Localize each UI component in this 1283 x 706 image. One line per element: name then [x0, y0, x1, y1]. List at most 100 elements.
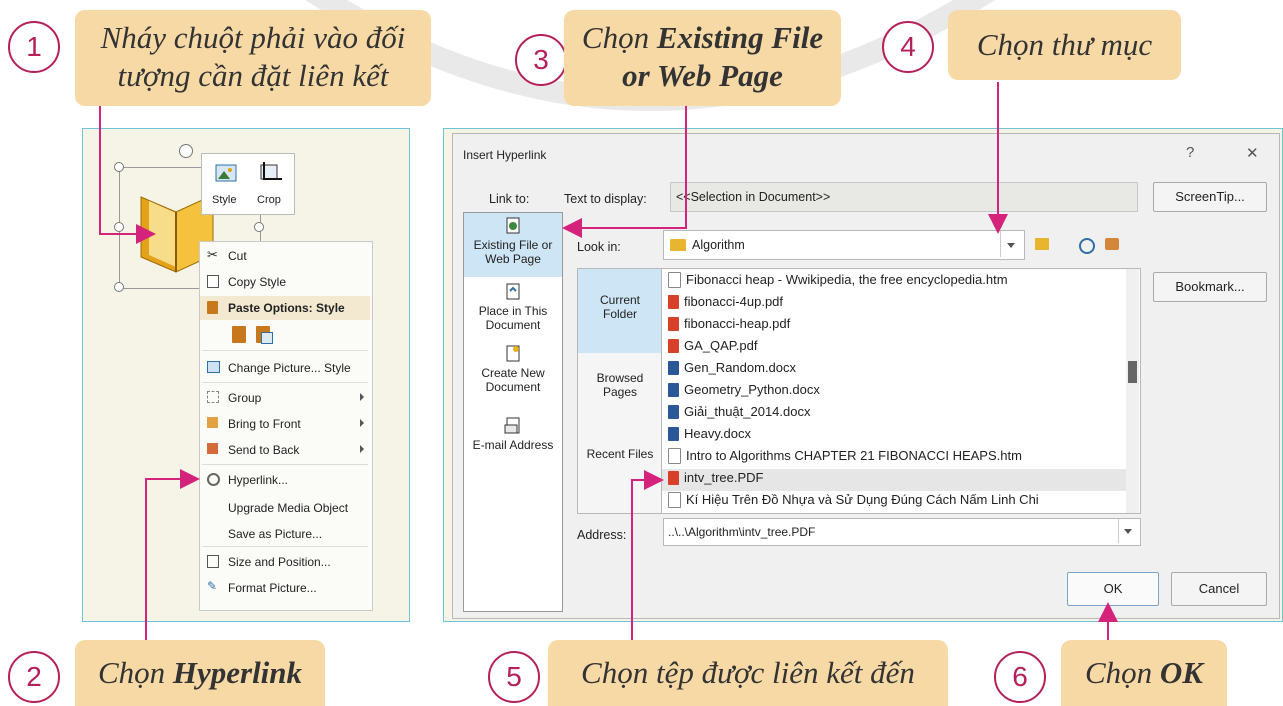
menu-item-label: Send to Back [228, 443, 300, 457]
file-row[interactable]: GA_QAP.pdf [668, 337, 757, 359]
file-row[interactable]: Heavy.docx [668, 425, 751, 447]
menu-item-bring-to-front[interactable]: Bring to Front [200, 412, 370, 436]
close-icon[interactable]: ✕ [1246, 144, 1259, 162]
recent-files-line1: Recent Files [586, 447, 654, 461]
step-5-text: Chọn tệp được liên kết đến [581, 655, 915, 690]
copy-icon [207, 275, 219, 288]
menu-item-label: Cut [228, 249, 247, 263]
menu-item-upgrade-media[interactable]: Upgrade Media Object [200, 496, 370, 520]
create-new-line2: Document [485, 380, 541, 394]
menu-item-save-as-picture[interactable]: Save as Picture... [200, 522, 370, 546]
menu-item-group[interactable]: Group [200, 386, 370, 410]
paste-keep-format-icon[interactable] [232, 326, 246, 343]
place-in-document-line1: Place in This [478, 304, 548, 318]
menu-item-size-position[interactable]: Size and Position... [200, 550, 370, 574]
menu-separator [202, 350, 368, 351]
menu-item-copy[interactable]: Copy Style [200, 270, 370, 294]
file-row[interactable]: Geometry_Python.docx [668, 381, 820, 403]
dialog-title: Insert Hyperlink [463, 148, 547, 162]
menu-item-hyperlink[interactable]: Hyperlink... [200, 468, 370, 492]
link-to-create-new[interactable]: Create New Document [464, 345, 562, 409]
docx-file-icon [668, 426, 679, 441]
up-folder-icon[interactable] [1035, 238, 1049, 250]
current-folder-tab[interactable]: Current Folder [578, 269, 662, 353]
file-list[interactable]: Fibonacci heap - Wwikipedia, the free en… [661, 268, 1141, 514]
hyperlink-icon [207, 473, 220, 486]
create-new-icon [506, 345, 520, 362]
current-folder-line2: Folder [602, 307, 637, 321]
browsed-pages-tab[interactable]: Browsed Pages [578, 361, 662, 421]
style-label: Style [212, 194, 237, 206]
link-to-email[interactable]: E-mail Address [464, 417, 562, 467]
text-to-display-value: <<Selection in Document>> [676, 190, 831, 204]
link-to-place-in-document[interactable]: Place in This Document [464, 283, 562, 347]
scrollbar-thumb[interactable] [1128, 361, 1137, 383]
file-row[interactable]: Giải_thuật_2014.docx [668, 403, 810, 425]
scissors-icon: ✂ [207, 247, 218, 262]
step-5-callout: Chọn tệp được liên kết đến [548, 640, 948, 706]
step-2-prefix: Chọn [97, 655, 173, 690]
insert-hyperlink-dialog: Insert Hyperlink ? ✕ Link to: Text to di… [452, 133, 1280, 619]
bookmark-button[interactable]: Bookmark... [1153, 272, 1267, 302]
step-1-callout: Nháy chuột phải vào đối tượng cần đặt li… [75, 10, 431, 106]
step-6-callout: Chọn OK [1061, 640, 1227, 706]
file-row[interactable]: Kí Hiệu Trên Đồ Nhựa và Sử Dụng Đúng Các… [668, 491, 1039, 513]
context-menu: ✂ Cut Copy Style Paste Options: Style Ch… [199, 241, 373, 611]
browse-web-icon[interactable] [1079, 238, 1095, 254]
file-row-selected[interactable]: intv_tree.PDF [662, 469, 1130, 491]
mini-toolbar: Style Crop [201, 153, 295, 215]
step-2-callout: Chọn Hyperlink [75, 640, 325, 706]
file-name: Geometry_Python.docx [684, 382, 820, 398]
bring-front-icon [207, 417, 218, 428]
file-row[interactable]: fibonacci-heap.pdf [668, 315, 790, 337]
menu-item-label: Size and Position... [228, 555, 331, 569]
help-button[interactable]: ? [1186, 144, 1194, 161]
file-row[interactable]: Fibonacci heap - Wwikipedia, the free en… [668, 271, 1008, 293]
menu-item-label: Save as Picture... [228, 527, 323, 541]
menu-item-format-picture[interactable]: ✎ Format Picture... [200, 576, 370, 600]
context-menu-panel: Style Crop ✂ Cut Copy Style Paste Option… [82, 128, 410, 622]
menu-item-paste-options[interactable]: Paste Options: Style [200, 296, 370, 320]
file-row[interactable]: Intro to Algorithms CHAPTER 21 FIBONACCI… [668, 447, 1022, 469]
pdf-file-icon [668, 470, 679, 485]
recent-files-tab[interactable]: Recent Files [578, 447, 662, 487]
folder-icon [670, 239, 686, 251]
look-in-dropdown[interactable]: Algorithm [663, 230, 1025, 260]
menu-separator [202, 546, 368, 547]
file-row[interactable]: Gen_Random.docx [668, 359, 796, 381]
link-to-existing-file[interactable]: Existing File or Web Page [464, 213, 562, 277]
look-in-label: Look in: [577, 240, 621, 254]
file-name: Intro to Algorithms CHAPTER 21 FIBONACCI… [686, 448, 1022, 464]
menu-item-cut[interactable]: ✂ Cut [200, 244, 370, 268]
menu-item-label: Hyperlink... [228, 473, 289, 487]
browse-file-icon[interactable] [1105, 238, 1119, 250]
address-input[interactable]: ..\..\Algorithm\intv_tree.PDF [663, 518, 1141, 546]
resize-handle-ml[interactable] [114, 222, 124, 232]
step-1-line1: Nháy chuột phải vào đối [100, 20, 406, 55]
resize-handle-mr[interactable] [254, 222, 264, 232]
picture-style-icon[interactable] [214, 162, 240, 184]
file-name: Heavy.docx [684, 426, 751, 442]
file-row[interactable]: fibonacci-4up.pdf [668, 293, 783, 315]
ok-button[interactable]: OK [1067, 572, 1159, 606]
step-3-prefix: Chọn [581, 20, 657, 55]
cancel-button[interactable]: Cancel [1171, 572, 1267, 606]
rotate-handle[interactable] [179, 144, 193, 158]
screentip-button[interactable]: ScreenTip... [1153, 182, 1267, 212]
email-address-icon [504, 417, 520, 434]
step-3-bold: Existing File [656, 20, 824, 55]
resize-handle-tl[interactable] [114, 162, 124, 172]
scrollbar[interactable] [1126, 269, 1139, 513]
menu-item-label: Change Picture... Style [228, 361, 351, 375]
menu-item-change-picture[interactable]: Change Picture... Style [200, 356, 370, 380]
text-to-display-input[interactable]: <<Selection in Document>> [670, 182, 1138, 212]
htm-file-icon [668, 447, 681, 464]
submenu-arrow-icon [360, 445, 364, 453]
step-6-number: 6 [994, 651, 1046, 703]
step-5-number: 5 [488, 651, 540, 703]
menu-item-label: Format Picture... [228, 581, 317, 595]
menu-item-send-to-back[interactable]: Send to Back [200, 438, 370, 462]
crop-icon[interactable] [258, 162, 282, 184]
current-folder-line1: Current [599, 293, 640, 307]
resize-handle-bl[interactable] [114, 282, 124, 292]
